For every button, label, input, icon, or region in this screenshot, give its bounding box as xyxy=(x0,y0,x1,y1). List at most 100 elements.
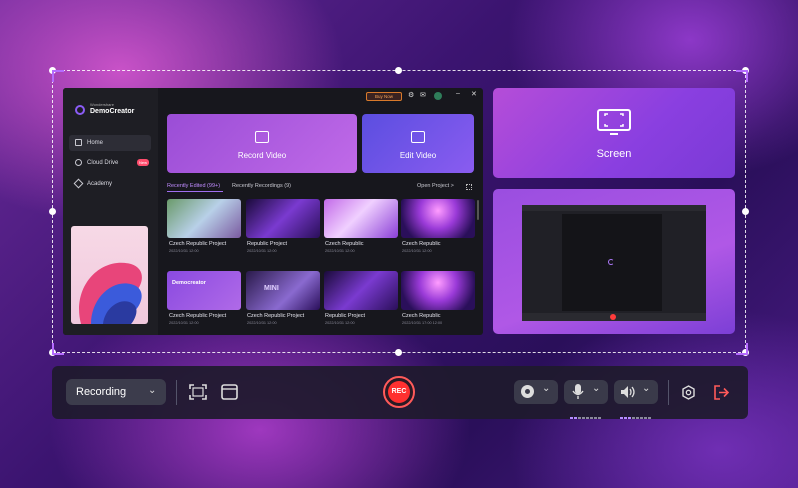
avatar[interactable] xyxy=(434,92,442,100)
frame-corner xyxy=(736,70,748,82)
project-thumbnail[interactable]: MINI xyxy=(246,271,320,310)
buy-now-label: Buy Now xyxy=(374,94,393,99)
thumb-text: MINI xyxy=(264,285,279,292)
sidebar-item-cloud-drive[interactable]: Cloud Drive New xyxy=(69,155,151,171)
resize-handle-bottom[interactable] xyxy=(395,349,402,356)
region-select-icon[interactable] xyxy=(189,384,207,400)
recording-toolbar: Recording ⌄ REC ⌄ ⌄ ⌄ xyxy=(52,366,748,419)
chevron-down-icon: ⌄ xyxy=(642,383,651,394)
record-button[interactable]: REC xyxy=(383,376,415,408)
sidebar-item-home[interactable]: Home xyxy=(69,135,151,151)
sidebar-item-academy[interactable]: Academy xyxy=(69,176,151,192)
project-thumbnail[interactable] xyxy=(246,199,320,238)
record-video-card[interactable]: Record Video xyxy=(167,114,357,173)
chevron-down-icon: ⌄ xyxy=(592,383,601,394)
microphone-level-meter xyxy=(570,406,602,419)
screen-mode-panel[interactable]: Screen xyxy=(493,88,735,178)
promo-swirl-art xyxy=(79,262,142,324)
project-date: 2022/10/31 12:00 xyxy=(169,321,199,325)
webcam-lens xyxy=(525,389,530,394)
sidebar-item-label: Home xyxy=(87,140,104,146)
microphone-toggle[interactable]: ⌄ xyxy=(564,380,608,404)
project-title: Czech Republic Project xyxy=(169,313,227,319)
promo-banner[interactable] xyxy=(71,226,148,324)
project-date: 2022/10/31 12:00 xyxy=(325,249,355,253)
project-title: Czech Republic xyxy=(402,241,441,247)
sidebar: Wondershare DemoCreator Home Cloud Drive… xyxy=(63,88,158,335)
resize-handle-top[interactable] xyxy=(395,67,402,74)
project-thumbnail[interactable] xyxy=(324,199,398,238)
resize-handle-left[interactable] xyxy=(49,208,56,215)
chevron-down-icon: ⌄ xyxy=(542,383,551,394)
tab-recently-recordings[interactable]: Recently Recordings (9) xyxy=(232,183,291,189)
settings-icon[interactable]: ⚙ xyxy=(408,91,414,99)
mail-icon[interactable]: ✉ xyxy=(420,91,426,99)
project-title: Republic Project xyxy=(247,241,288,247)
project-thumbnail[interactable] xyxy=(167,199,241,238)
preview-window xyxy=(522,205,706,321)
minimize-icon[interactable]: – xyxy=(456,90,460,97)
speaker-icon xyxy=(621,386,635,398)
webcam-toggle[interactable]: ⌄ xyxy=(514,380,558,404)
sidebar-item-label: Cloud Drive xyxy=(87,160,119,166)
mode-select-value: Recording xyxy=(76,386,127,398)
academy-cap-icon xyxy=(73,178,84,189)
rec-label: REC xyxy=(388,381,410,403)
record-video-label: Record Video xyxy=(237,151,287,160)
frame-corner xyxy=(736,343,748,355)
project-thumbnail[interactable] xyxy=(401,199,475,238)
edit-video-icon xyxy=(411,131,425,143)
close-icon[interactable]: ✕ xyxy=(471,90,477,98)
sidebar-item-label: Academy xyxy=(87,181,113,187)
brand-name: DemoCreator xyxy=(90,108,135,115)
project-date: 2022/10/31 12:00 xyxy=(402,249,432,253)
project-date: 2022/10/31 12:00 xyxy=(247,249,277,253)
desktop-background: { "app": { "brand_top": "Wondershare", "… xyxy=(0,0,798,488)
project-thumbnail[interactable] xyxy=(324,271,398,310)
edit-video-card[interactable]: Edit Video xyxy=(362,114,474,173)
exit-icon[interactable] xyxy=(713,385,729,400)
project-date: 2022/10/31 12:00 xyxy=(247,321,277,325)
record-video-icon xyxy=(255,131,269,143)
system-audio-toggle[interactable]: ⌄ xyxy=(614,380,658,404)
divider xyxy=(668,380,669,405)
preview-toolbar xyxy=(522,313,706,321)
project-title: Czech Republic xyxy=(402,313,441,319)
democreator-logo-icon xyxy=(75,105,85,115)
buy-now-button[interactable]: Buy Now xyxy=(366,92,402,101)
project-date: 2022/10/31 12:00 xyxy=(325,321,355,325)
project-thumbnail[interactable]: Democreator xyxy=(167,271,241,310)
window-select-icon[interactable] xyxy=(221,384,238,400)
home-icon xyxy=(75,139,82,146)
democreator-window: Wondershare DemoCreator Home Cloud Drive… xyxy=(63,88,483,335)
tab-recently-edited[interactable]: Recently Edited (99+) xyxy=(167,183,220,189)
open-project-link[interactable]: Open Project > xyxy=(417,183,454,189)
thumb-text: Democreator xyxy=(172,280,206,286)
loading-spinner-icon xyxy=(608,259,614,265)
scrollbar[interactable] xyxy=(477,200,479,220)
settings-icon[interactable] xyxy=(681,385,696,400)
project-title: Czech Republic Project xyxy=(247,313,305,319)
resize-handle-right[interactable] xyxy=(742,208,749,215)
microphone-icon xyxy=(572,384,584,399)
frame-corner xyxy=(52,343,64,355)
edit-video-label: Edit Video xyxy=(399,151,437,160)
new-badge: New xyxy=(136,159,149,166)
screen-icon xyxy=(597,109,631,135)
cloud-icon xyxy=(75,159,82,166)
preview-titlebar xyxy=(522,205,706,211)
frame-corner xyxy=(52,70,64,82)
grid-view-icon[interactable] xyxy=(466,184,472,190)
screen-label: Screen xyxy=(596,148,632,160)
active-tab-underline xyxy=(167,191,223,192)
project-date: 2022/10/31 17:00 12:00 xyxy=(402,321,443,325)
project-title: Republic Project xyxy=(325,313,366,319)
project-title: Czech Republic xyxy=(325,241,364,247)
audio-level-meter xyxy=(620,406,652,419)
project-date: 2022/10/31 12:00 xyxy=(169,249,199,253)
preview-rec-dot xyxy=(610,314,616,320)
project-thumbnail[interactable] xyxy=(401,271,475,310)
preview-panel xyxy=(493,189,735,334)
mode-select[interactable]: Recording ⌄ xyxy=(66,379,166,405)
divider xyxy=(176,380,177,405)
